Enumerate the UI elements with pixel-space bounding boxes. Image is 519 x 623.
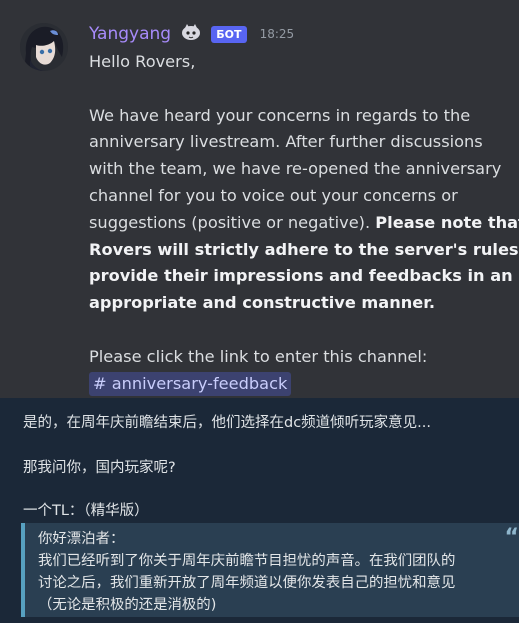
avatar[interactable] [20,23,68,71]
comment-line: 是的，在周年庆前瞻结束后，他们选择在dc频道倾听玩家意见... [23,415,432,431]
quote-line: 你好漂泊者： [38,531,125,547]
quote-block: 你好漂泊者： 我们已经听到了你关于周年庆前瞻节目担忧的声音。在我们团队的 讨论之… [21,523,519,617]
message-header: Yangyang БОТ 18:25 [89,22,294,46]
paragraph-line: anniversary livestream. After further di… [89,132,483,152]
quote-line: 我们已经听到了你关于周年庆前瞻节目担忧的声音。在我们团队的 [38,553,456,569]
bold-notice: Please note that [375,212,519,232]
quote-line: 讨论之后，我们重新开放了周年频道以便你发表自己的担忧和意见 [38,575,456,591]
paragraph-line: suggestions (positive or negative). Plea… [89,210,519,237]
username[interactable]: Yangyang [89,24,171,44]
message-body: Hello Rovers, We have heard your concern… [89,49,519,397]
paragraph-line: We have heard your concerns in regards t… [89,105,471,125]
comment-line: 一个TL：（精华版） [23,503,149,519]
paragraph-line: channel for you to voice out your concer… [89,185,458,205]
channel-mention-link[interactable]: # anniversary-feedback [89,371,292,396]
discord-message: Yangyang БОТ 18:25 Hello Rovers, We have… [0,0,519,398]
comment-line: 那我问你，国内玩家呢? [23,460,176,476]
paragraph-line: with the team, we have re-opened the ann… [89,159,502,179]
bold-notice-line: provide their impressions and feedbacks … [89,266,513,286]
bold-notice-line: appropriate and constructive manner. [89,293,436,313]
quote-line: （无论是积极的还是消极的) [38,597,217,613]
channel-line: # anniversary-feedback [89,371,519,398]
quote-mark-icon: “ [504,525,519,550]
timestamp: 18:25 [259,27,295,41]
bold-notice-line: Rovers will strictly adhere to the serve… [89,239,519,259]
greeting: Hello Rovers, [89,52,196,71]
avatar-image [20,23,68,71]
role-badge-icon [180,22,202,46]
bot-badge: БОТ [211,25,247,43]
paragraph-text: suggestions (positive or negative). [89,212,376,232]
link-prompt: Please click the link to enter this chan… [89,346,428,366]
